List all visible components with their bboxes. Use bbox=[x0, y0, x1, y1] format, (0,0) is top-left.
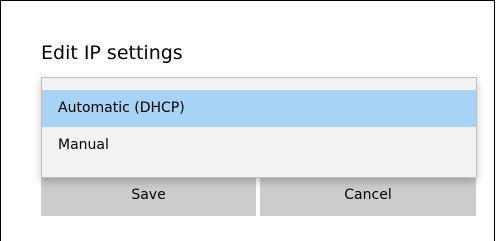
dialog-title: Edit IP settings bbox=[41, 42, 183, 64]
cancel-button[interactable]: Cancel bbox=[260, 175, 476, 216]
edit-ip-settings-dialog: Edit IP settings Save Cancel Automatic (… bbox=[0, 0, 495, 241]
save-button[interactable]: Save bbox=[41, 175, 256, 216]
option-automatic-dhcp[interactable]: Automatic (DHCP) bbox=[42, 90, 476, 127]
option-manual[interactable]: Manual bbox=[42, 127, 476, 164]
ip-assignment-dropdown-list: Automatic (DHCP) Manual bbox=[41, 77, 477, 178]
